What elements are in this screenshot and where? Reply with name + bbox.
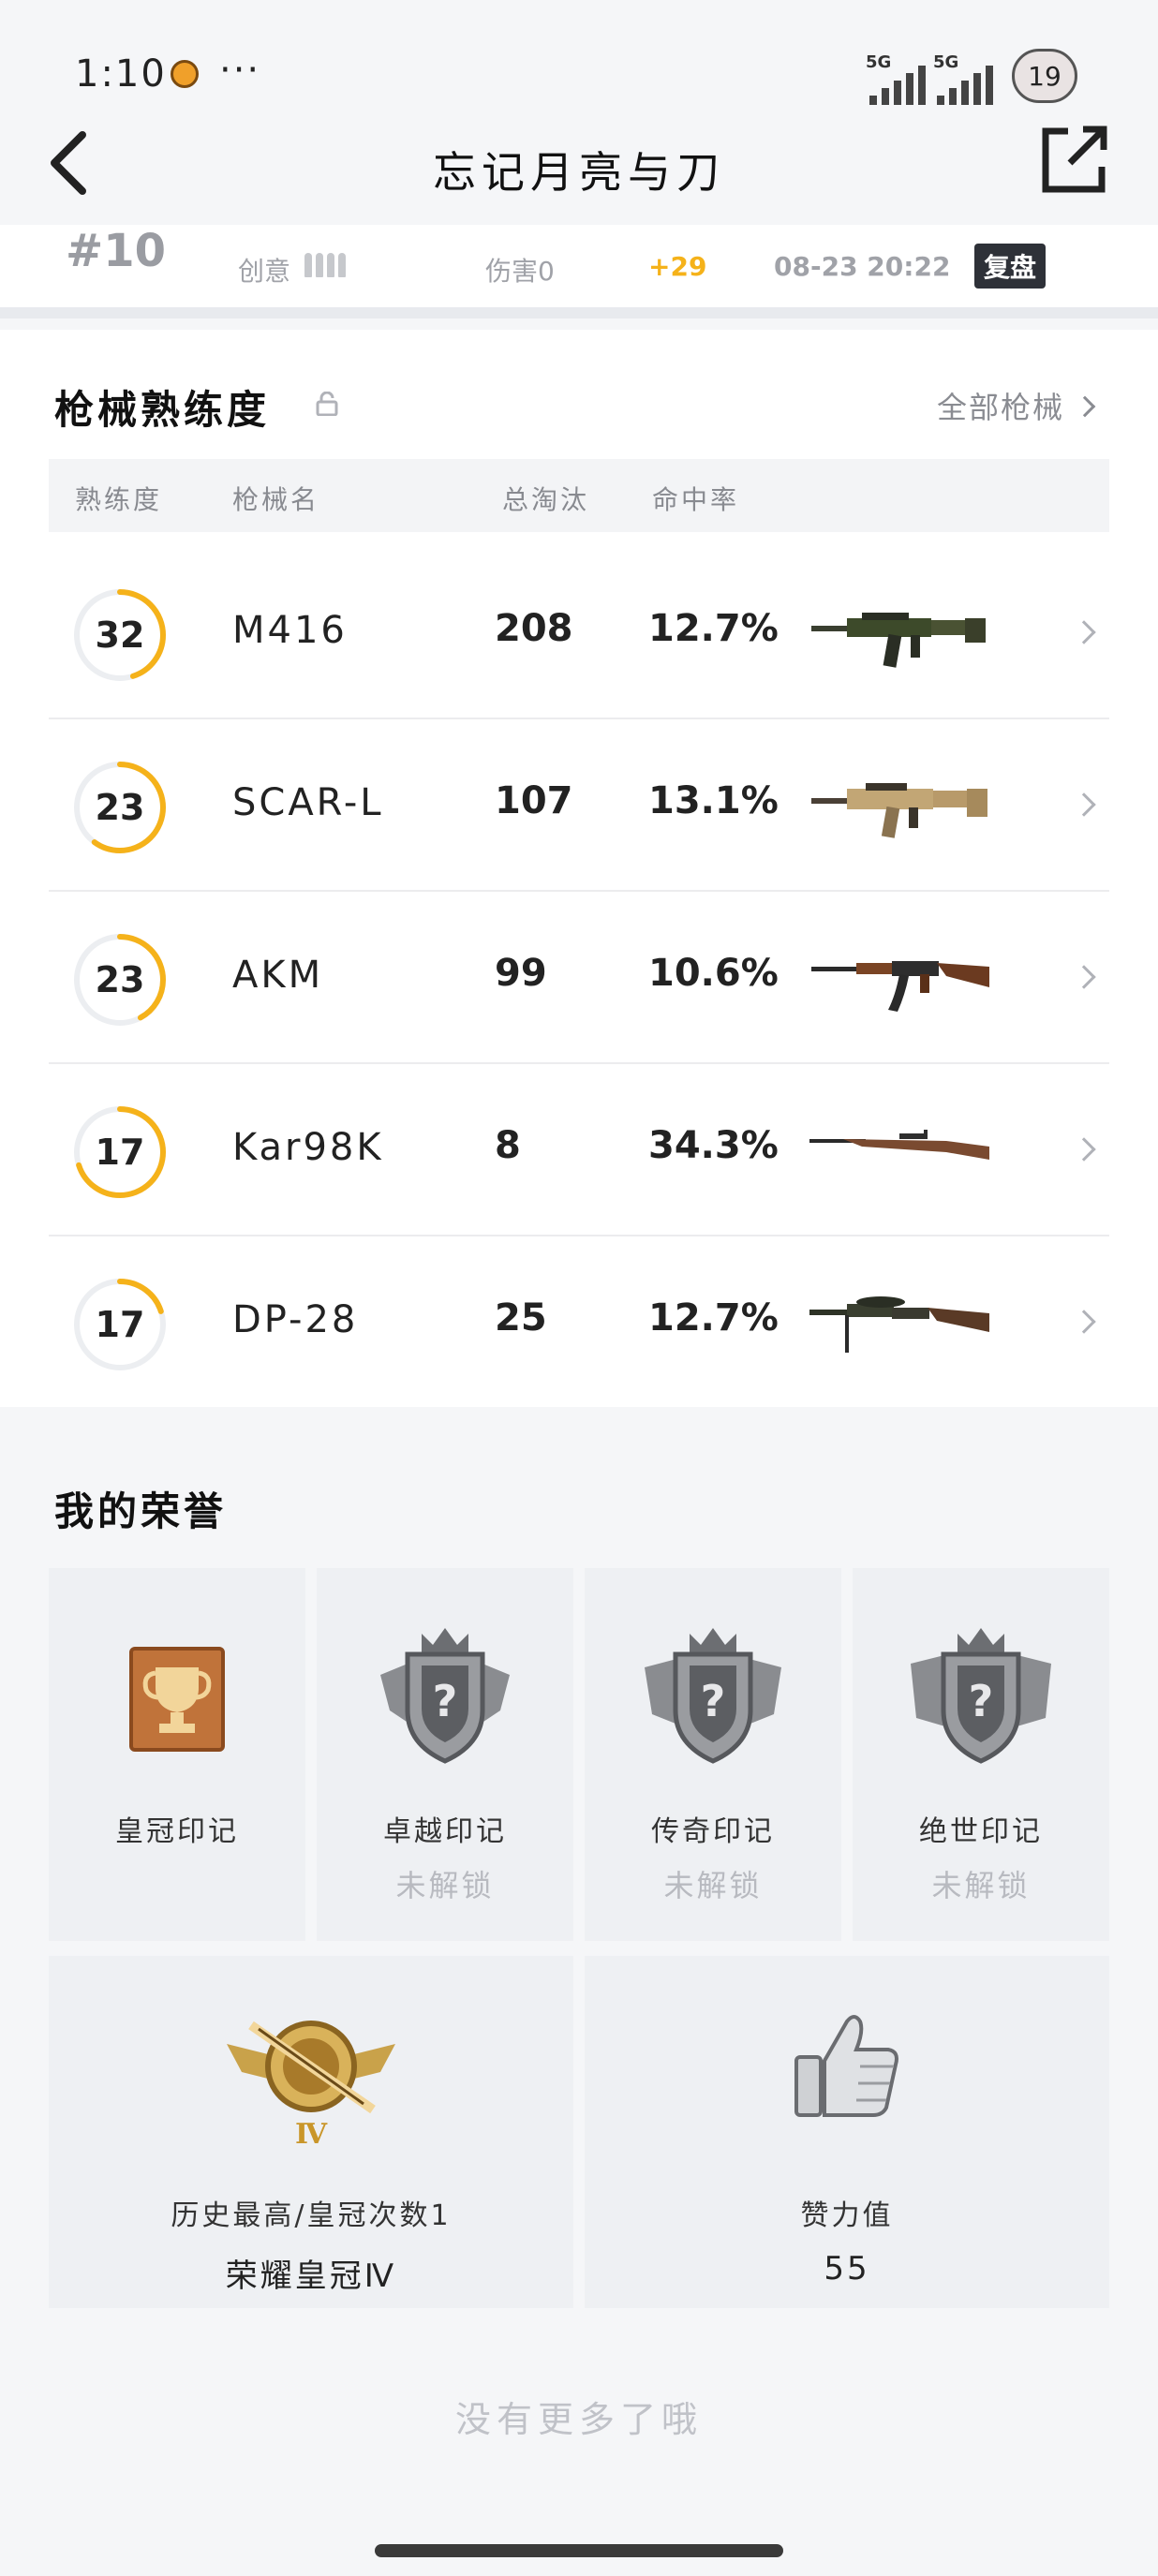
honors-section: 我的荣誉 皇冠印记 ? 卓越印记 未解锁 ? 传奇印记 未解锁 ? 绝世印记 未…	[0, 1418, 1158, 2576]
chevron-right-icon	[1072, 792, 1096, 817]
weapon-row[interactable]: 17 DP-28 25 12.7%	[49, 1236, 1109, 1409]
column-header-proficiency: 熟练度	[75, 484, 163, 515]
weapon-kills: 208	[495, 607, 573, 650]
honor-mark-status: 未解锁	[931, 1868, 1031, 1903]
proficiency-level: 32	[95, 614, 145, 656]
weapon-accuracy: 34.3%	[648, 1124, 779, 1167]
crown-trophy-icon	[129, 1647, 225, 1752]
match-mode: 创意	[238, 256, 291, 287]
highest-rank-label: 历史最高/皇冠次数1	[171, 2199, 452, 2232]
honor-mark-status: 未解锁	[395, 1868, 495, 1903]
status-bar: 1:10 ··· 5G 5G 19	[0, 0, 1158, 122]
match-datetime: 08-23 20:22	[774, 251, 951, 282]
rating-change: +29	[648, 251, 707, 282]
akm-rifle-icon	[811, 961, 989, 1012]
crown-tier-text: Ⅳ	[295, 2118, 328, 2147]
locked-badge-icon: ?	[911, 1628, 1051, 1764]
chevron-right-icon	[1072, 1137, 1096, 1162]
weapon-accuracy: 13.1%	[648, 779, 779, 822]
svg-text:?: ?	[433, 1676, 458, 1726]
section-title: 我的荣誉	[54, 1488, 228, 1534]
honor-mark-status: 未解锁	[663, 1868, 763, 1903]
thumbs-up-icon	[794, 2015, 898, 2117]
share-icon[interactable]	[1040, 124, 1107, 195]
more-notifications-icon: ···	[219, 49, 261, 92]
weapon-name: SCAR-L	[232, 781, 384, 824]
weapon-kills: 107	[495, 779, 573, 822]
section-title: 枪械熟练度	[54, 387, 271, 433]
scar-rifle-icon	[811, 783, 987, 838]
weapon-name: AKM	[232, 954, 324, 997]
no-more-text: 没有更多了哦	[454, 2399, 703, 2440]
weapon-row[interactable]: 32 M416 208 12.7%	[49, 547, 1109, 719]
locked-badge-icon: ?	[380, 1628, 510, 1764]
m416-rifle-icon	[811, 613, 986, 668]
svg-text:?: ?	[969, 1676, 994, 1726]
all-weapons-label: 全部枪械	[936, 390, 1064, 425]
lock-icon[interactable]	[315, 392, 339, 416]
honor-mark-tile[interactable]: ? 卓越印记 未解锁	[317, 1568, 573, 1941]
honor-mark-label: 传奇印记	[651, 1815, 775, 1848]
table-header: 熟练度 枪械名 总淘汰 命中率	[49, 459, 1109, 532]
honor-mark-label: 皇冠印记	[115, 1815, 239, 1848]
weapon-accuracy: 12.7%	[648, 607, 779, 650]
weapon-row[interactable]: 23 AKM 99 10.6%	[49, 892, 1109, 1064]
squad-members-icon	[304, 253, 346, 277]
chevron-right-icon	[1074, 395, 1096, 418]
honor-mark-tile[interactable]: ? 绝世印记 未解锁	[853, 1568, 1109, 1941]
chevron-right-icon	[1072, 1310, 1096, 1334]
kar98k-rifle-icon	[809, 1130, 989, 1160]
battery-level: 19	[1028, 61, 1062, 92]
proficiency-level: 23	[95, 787, 145, 828]
weapon-accuracy: 10.6%	[648, 952, 779, 995]
likes-value: 55	[824, 2250, 870, 2287]
likes-tile[interactable]: 赞力值 55	[585, 1956, 1109, 2308]
status-time: 1:10	[75, 52, 167, 96]
proficiency-level: 23	[95, 959, 145, 1000]
locked-badge-icon: ?	[645, 1628, 781, 1764]
weapon-kills: 99	[495, 952, 547, 995]
column-header-accuracy: 命中率	[652, 484, 740, 515]
all-weapons-link[interactable]: 全部枪械	[936, 384, 1096, 427]
chevron-right-icon	[1072, 620, 1096, 644]
notification-app-icon	[171, 60, 199, 88]
svg-text:?: ?	[701, 1676, 726, 1726]
weapon-name: M416	[232, 609, 348, 652]
weapon-row[interactable]: 23 SCAR-L 107 13.1%	[49, 719, 1109, 892]
honor-mark-tile[interactable]: ? 传奇印记 未解锁	[585, 1568, 841, 1941]
weapon-name: Kar98K	[232, 1126, 384, 1169]
match-damage: 伤害0	[485, 256, 555, 287]
match-rank: #10	[66, 225, 167, 277]
column-header-weapon-name: 枪械名	[232, 484, 320, 515]
weapon-kills: 25	[495, 1296, 547, 1340]
honor-mark-label: 绝世印记	[919, 1815, 1043, 1848]
weapon-proficiency-section: 枪械熟练度 全部枪械 熟练度 枪械名 总淘汰 命中率 32 M416 208 1…	[0, 330, 1158, 1407]
weapon-kills: 8	[495, 1124, 521, 1167]
proficiency-level: 17	[95, 1132, 145, 1173]
dp28-lmg-icon	[809, 1296, 989, 1353]
honor-mark-label: 卓越印记	[383, 1815, 507, 1848]
page-title: 忘记月亮与刀	[433, 147, 725, 198]
weapon-accuracy: 12.7%	[648, 1296, 779, 1340]
weapon-row[interactable]: 17 Kar98K 8 34.3%	[49, 1064, 1109, 1236]
weapon-name: DP-28	[232, 1298, 359, 1341]
battery-icon: 19	[1012, 49, 1077, 103]
home-indicator[interactable]	[375, 2544, 783, 2557]
match-summary-row[interactable]: #10 创意 伤害0 +29 08-23 20:22 复盘	[0, 225, 1158, 318]
chevron-right-icon	[1072, 965, 1096, 989]
highest-rank-value: 荣耀皇冠Ⅳ	[225, 2258, 397, 2295]
column-header-total-kills: 总淘汰	[502, 484, 590, 515]
crown-tier-icon: Ⅳ	[227, 2021, 395, 2147]
proficiency-level: 17	[95, 1304, 145, 1345]
replay-button[interactable]: 复盘	[974, 244, 1047, 289]
app-header: 忘记月亮与刀	[0, 112, 1158, 225]
honor-mark-tile[interactable]: 皇冠印记	[49, 1568, 305, 1941]
likes-label: 赞力值	[800, 2199, 894, 2232]
highest-rank-tile[interactable]: Ⅳ 历史最高/皇冠次数1 荣耀皇冠Ⅳ	[49, 1956, 573, 2308]
